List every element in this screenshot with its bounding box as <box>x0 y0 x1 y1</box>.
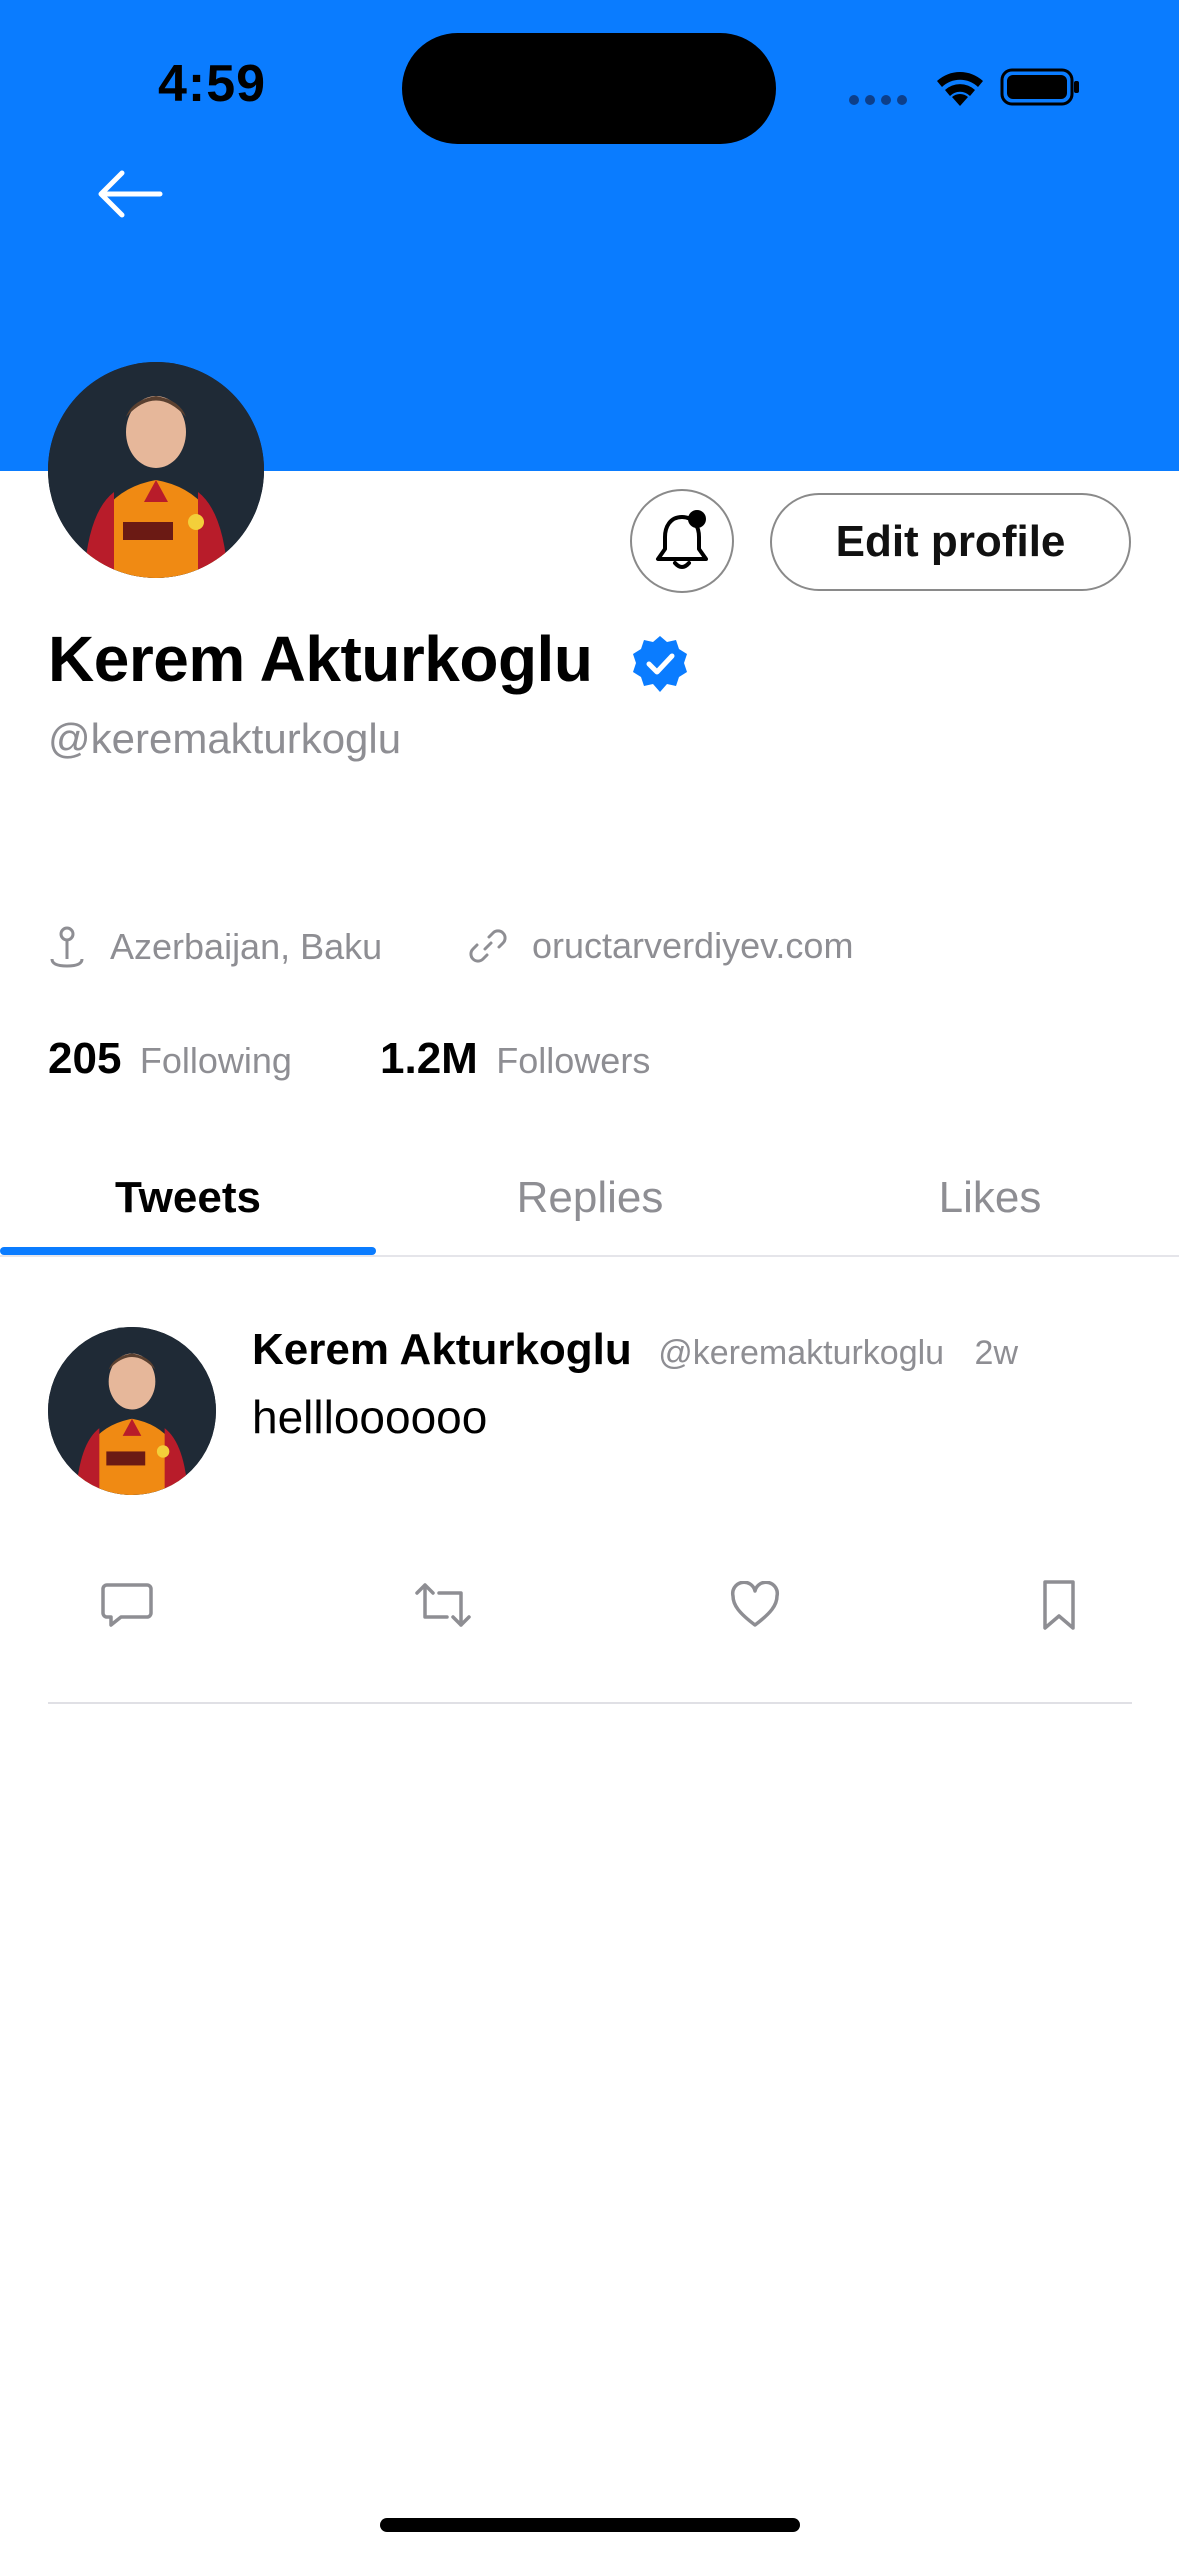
bookmark-button[interactable] <box>1024 1570 1094 1640</box>
reply-button[interactable] <box>92 1570 162 1640</box>
notifications-bell-button[interactable] <box>630 489 734 593</box>
location: Azerbaijan, Baku <box>48 925 382 969</box>
tweet-author-name[interactable]: Kerem Akturkoglu <box>252 1325 632 1374</box>
tweet-author-handle[interactable]: @keremakturkoglu <box>658 1334 944 1372</box>
status-icons <box>840 60 1080 112</box>
tabs-divider <box>0 1255 1179 1257</box>
tweet-avatar-image <box>48 1327 216 1495</box>
profile-meta: Azerbaijan, Baku oructarverdiyev.com <box>48 925 1148 979</box>
location-text: Azerbaijan, Baku <box>110 926 383 967</box>
website[interactable]: oructarverdiyev.com <box>468 925 853 967</box>
back-button[interactable] <box>92 160 168 228</box>
active-tab-indicator <box>0 1247 376 1255</box>
dynamic-island <box>402 33 776 144</box>
battery-icon <box>1000 68 1079 106</box>
location-pin-icon <box>50 926 84 968</box>
followers-stat[interactable]: 1.2M Followers <box>380 1034 650 1084</box>
profile-handle: @keremakturkoglu <box>48 715 402 762</box>
edit-profile-button[interactable]: Edit profile <box>770 493 1131 591</box>
tweet-header: Kerem Akturkoglu @keremakturkoglu 2w <box>252 1325 1018 1385</box>
tweet-timestamp: 2w <box>974 1334 1019 1372</box>
status-time: 4:59 <box>158 55 267 113</box>
tweet-divider <box>48 1702 1132 1704</box>
tweet-actions <box>0 1570 1179 1640</box>
profile-name: Kerem Akturkoglu <box>48 623 593 695</box>
comment-icon <box>101 1583 153 1627</box>
wifi-icon <box>937 72 983 106</box>
following-label: Following <box>139 1040 292 1081</box>
follow-stats: 205 Following 1.2M Followers <box>48 1034 1148 1086</box>
heart-icon <box>730 1581 780 1627</box>
followers-label: Followers <box>496 1040 651 1081</box>
website-link[interactable]: oructarverdiyev.com <box>532 925 853 967</box>
like-button[interactable] <box>720 1570 790 1640</box>
arrow-left-icon <box>98 170 163 218</box>
following-stat[interactable]: 205 Following <box>48 1034 292 1084</box>
followers-count: 1.2M <box>380 1034 478 1083</box>
tab-replies[interactable]: Replies <box>400 1140 780 1256</box>
verified-badge-icon <box>630 634 690 694</box>
profile-tabs: Tweets Replies Likes <box>0 1140 1179 1256</box>
following-count: 205 <box>48 1034 122 1083</box>
tab-tweets[interactable]: Tweets <box>0 1140 376 1256</box>
tweet-text: hellloooooo <box>252 1391 488 1443</box>
signal-wifi-battery-icons <box>849 68 1079 106</box>
profile-avatar[interactable] <box>48 362 264 578</box>
retweet-button[interactable] <box>408 1570 478 1640</box>
avatar-image <box>48 362 264 578</box>
bookmark-icon <box>1043 1580 1075 1630</box>
tab-likes[interactable]: Likes <box>800 1140 1179 1256</box>
tweet-avatar[interactable] <box>48 1327 216 1495</box>
cellular-signal-icon <box>849 95 907 105</box>
retweet-icon <box>415 1583 471 1627</box>
bell-icon <box>656 510 708 569</box>
home-indicator[interactable] <box>380 2518 800 2532</box>
link-icon <box>469 929 507 963</box>
